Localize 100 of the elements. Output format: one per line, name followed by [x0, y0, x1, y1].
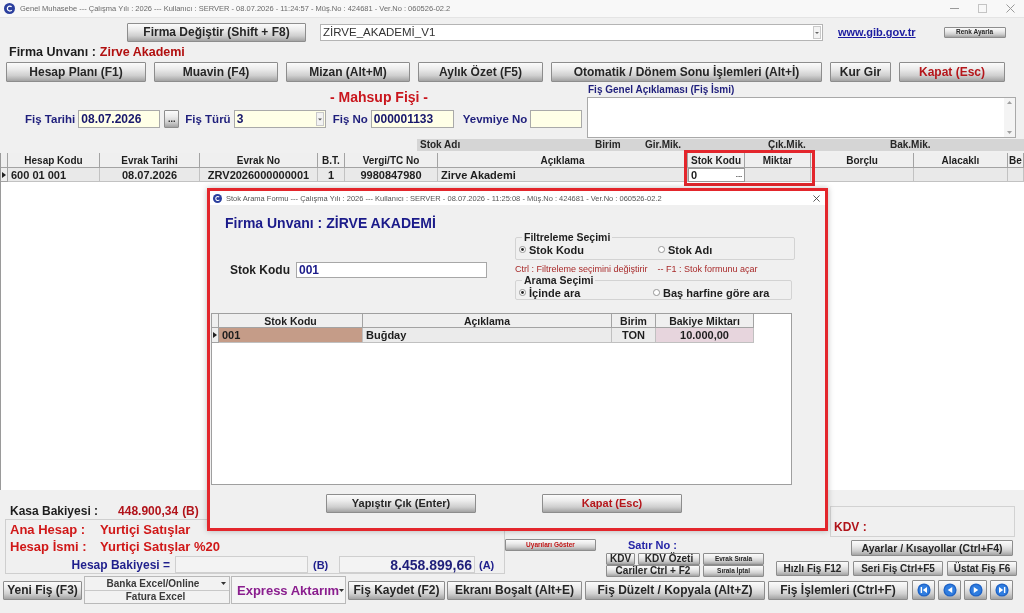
shortcut-hint: -- F1 : Stok formunu açar: [657, 263, 758, 274]
table-cell: TON: [612, 328, 656, 343]
row-number-label: Satır No :: [628, 539, 677, 551]
column-header: Gir.Mik.: [645, 140, 682, 150]
search-field[interactable]: 001: [296, 262, 487, 278]
column-header[interactable]: Hesap Kodu: [8, 153, 100, 168]
balance-type-label: (A): [479, 558, 495, 571]
column-header[interactable]: B.T.: [318, 153, 345, 168]
footer-button[interactable]: Ekranı Boşalt (Alt+E): [447, 580, 582, 600]
navigation-button[interactable]: [938, 580, 961, 600]
table-cell: 600 01 001: [8, 168, 100, 182]
toolbar-button[interactable]: Kapat (Esc): [899, 62, 1005, 82]
date-picker-button[interactable]: ...: [164, 110, 180, 128]
balance-field: 8.458.899,66: [339, 556, 475, 573]
company-name: Zirve Akademi: [99, 45, 185, 59]
date-field[interactable]: 08.07.2026: [78, 110, 161, 128]
toolbar-button[interactable]: Otomatik / Dönem Sonu İşlemleri (Alt+İ): [551, 62, 822, 82]
toolbar-button[interactable]: Kur Gir: [830, 62, 891, 82]
column-header[interactable]: Alacaklı: [914, 153, 1008, 168]
description-field[interactable]: [587, 97, 1016, 138]
select-field[interactable]: 3: [233, 110, 326, 128]
action-button[interactable]: KDV: [606, 553, 635, 565]
radio-label[interactable]: İçinde ara: [529, 286, 581, 299]
import-option[interactable]: Fatura Excel: [85, 591, 226, 603]
column-header[interactable]: Evrak Tarihi: [100, 153, 200, 168]
footer-button[interactable]: Fiş Düzelt / Kopyala (Alt+Z): [585, 580, 765, 600]
column-header[interactable]: Miktar: [745, 153, 811, 168]
table-cell: 9980847980: [345, 168, 438, 182]
account-balance-label: Hesap Bakiyesi =: [70, 557, 170, 572]
table-cell: [745, 168, 811, 182]
radio-label[interactable]: Stok Kodu: [529, 243, 584, 256]
voucher-title: - Mahsup Fişi -: [330, 89, 429, 105]
radio-label[interactable]: Baş harfine göre ara: [663, 286, 770, 299]
group-title: Arama Seçimi: [523, 275, 595, 286]
column-header[interactable]: Be: [1008, 153, 1024, 168]
column-header[interactable]: Vergi/TC No: [345, 153, 438, 168]
app-icon: [4, 3, 15, 14]
column-header[interactable]: Evrak No: [200, 153, 318, 168]
field-label: Yevmiye No: [462, 113, 528, 125]
company-label: Firma Unvanı :: [225, 215, 323, 231]
dialog-button[interactable]: Yapıştır Çık (Enter): [326, 494, 476, 513]
voucher-type-button[interactable]: Hızlı Fiş F12: [776, 561, 849, 576]
vertical-scrollbar[interactable]: [1004, 98, 1015, 137]
voucher-type-button[interactable]: Üstat Fiş F6: [947, 561, 1017, 576]
navigation-button[interactable]: [964, 580, 987, 600]
toolbar-button[interactable]: Aylık Özet (F5): [418, 62, 543, 82]
column-header[interactable]: Stok Kodu: [688, 153, 745, 168]
footer-button[interactable]: Yeni Fiş (F3): [3, 580, 82, 600]
caret-icon[interactable]: [221, 582, 226, 585]
radio-button[interactable]: [658, 246, 665, 253]
account-label: Hesap İsmi :: [10, 539, 88, 554]
column-header[interactable]: Stok Kodu: [219, 314, 363, 328]
table-cell: Zirve Akademi: [438, 168, 688, 182]
column-header[interactable]: Açıklama: [363, 314, 612, 328]
action-button[interactable]: Cariler Ctrl + F2: [606, 565, 700, 577]
action-button[interactable]: KDV Özeti: [638, 553, 700, 565]
column-header[interactable]: Açıklama: [438, 153, 688, 168]
footer-button[interactable]: Fiş İşlemleri (Ctrl+F): [768, 580, 908, 600]
forward-arrow-icon: [968, 583, 983, 597]
voucher-type-button[interactable]: Seri Fiş Ctrl+F5: [853, 561, 943, 576]
caret-icon: [339, 588, 345, 592]
website-link[interactable]: www.gib.gov.tr: [838, 26, 916, 38]
column-header[interactable]: Borçlu: [811, 153, 914, 168]
navigation-button[interactable]: [912, 580, 935, 600]
navigation-button[interactable]: [990, 580, 1013, 600]
column-header[interactable]: Bakiye Miktarı: [656, 314, 754, 328]
dialog-button[interactable]: Kapat (Esc): [542, 494, 682, 513]
field-label: Fiş Tarihi: [25, 113, 76, 125]
description-label: Fiş Genel Açıklaması (Fiş İsmi): [587, 84, 736, 96]
radio-button[interactable]: [519, 289, 526, 296]
footer-button[interactable]: Fiş Kaydet (F2): [348, 580, 445, 600]
radio-button[interactable]: [653, 289, 660, 296]
skip-back-icon: [916, 583, 931, 597]
express-dropdown[interactable]: Express Aktarım: [231, 576, 346, 604]
toolbar-button[interactable]: Hesap Planı (F1): [6, 62, 146, 82]
table-cell: 001: [219, 328, 363, 343]
close-icon[interactable]: [813, 194, 820, 202]
toolbar-button[interactable]: Mizan (Alt+M): [286, 62, 410, 82]
vat-label: KDV :: [834, 520, 867, 534]
input-field[interactable]: 000001133: [370, 110, 454, 128]
account-value: Yurtiçi Satışlar: [100, 522, 191, 537]
column-header: Birim: [595, 140, 621, 150]
table-cell: 08.07.2026: [100, 168, 200, 182]
company-label: Firma Unvanı :: [9, 45, 96, 59]
cash-balance-label: Kasa Bakiyesi :: [10, 504, 99, 518]
account-value: Yurtiçi Satışlar %20: [100, 539, 220, 554]
radio-label[interactable]: Stok Adı: [668, 243, 713, 256]
change-company-button[interactable]: Firma Değiştir (Shift + F8): [127, 22, 306, 42]
import-option[interactable]: Banka Excel/Online: [85, 577, 221, 590]
column-header: Stok Adı: [420, 140, 461, 150]
account-label: Ana Hesap :: [10, 522, 87, 537]
maximize-icon[interactable]: [978, 4, 987, 13]
company-select[interactable]: ZİRVE_AKADEMİ_V1: [320, 23, 823, 41]
radio-button[interactable]: [519, 246, 526, 253]
back-arrow-icon: [942, 583, 957, 597]
toolbar-button[interactable]: Muavin (F4): [154, 62, 278, 82]
field-label: Fiş Türü: [185, 113, 231, 125]
input-field[interactable]: [530, 110, 583, 128]
column-header[interactable]: Birim: [612, 314, 656, 328]
settings-button[interactable]: Ayarlar / Kısayollar (Ctrl+F4): [851, 540, 1013, 556]
